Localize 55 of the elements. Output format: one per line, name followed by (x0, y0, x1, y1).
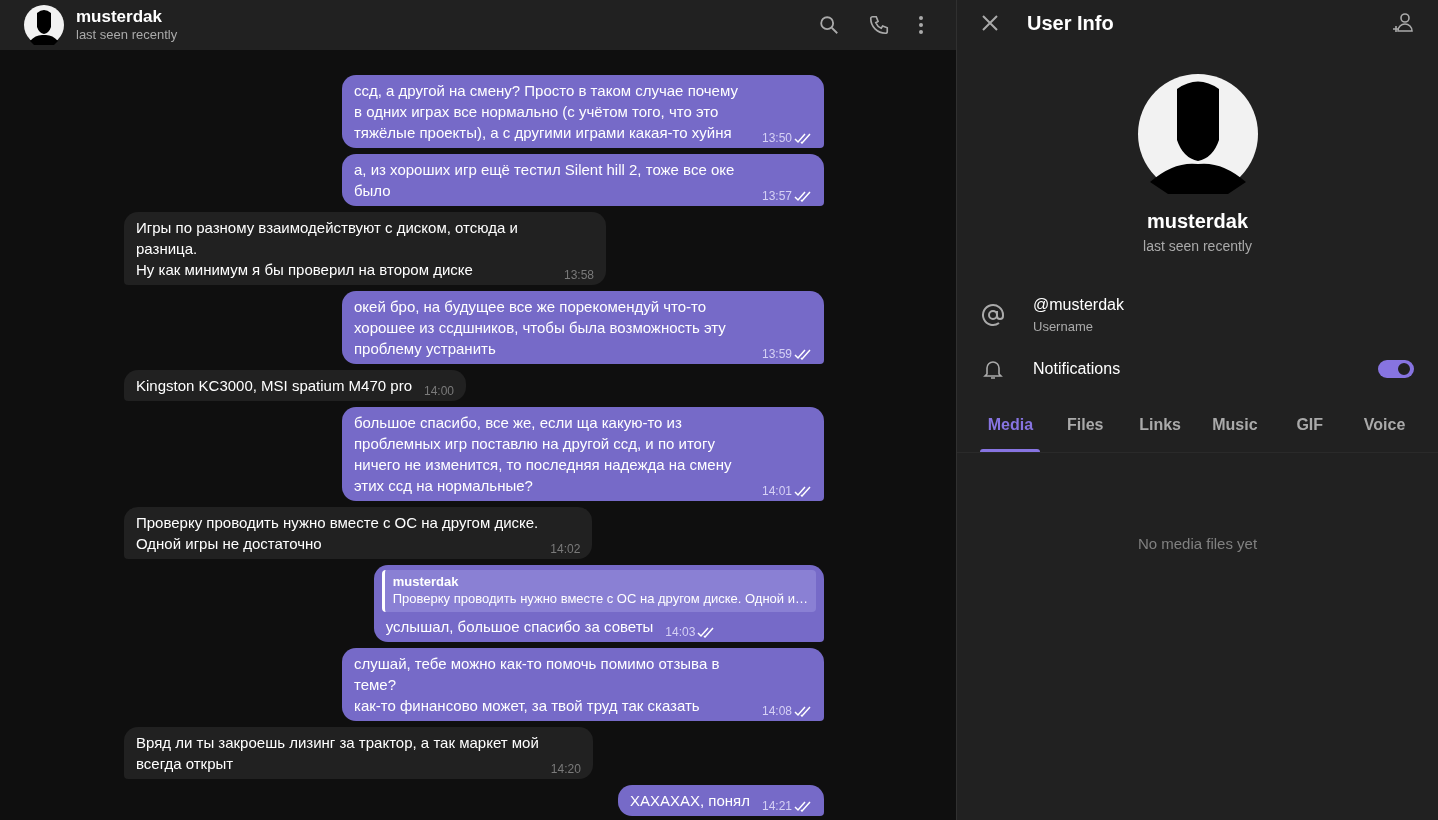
reply-author: musterdak (392, 574, 460, 590)
message-text: Вряд ли ты закроешь лизинг за трактор, а так маркет мой всегда открыт (136, 733, 539, 774)
message-time: 14:21 (761, 798, 792, 814)
username-label: Username (1033, 318, 1094, 336)
empty-media-text: No media files yet (1137, 533, 1258, 554)
double-check-icon (794, 800, 812, 812)
message-time: 14:00 (424, 383, 454, 399)
message-time: 14:02 (550, 541, 581, 557)
double-check-icon (794, 132, 812, 144)
media-tab[interactable]: GIF (1272, 404, 1348, 452)
search-icon (818, 14, 840, 36)
message-text: большое спасибо, все же, если ща какую-то из проблемных игр поставлю на другой ссд, и по итогу ничего не изменится, то последняя надежда на смену этих ссд на нормальные? (354, 413, 733, 496)
avatar-silhouette-icon (1137, 74, 1258, 194)
double-check-icon (794, 190, 812, 202)
double-check-icon (794, 485, 812, 497)
message-time: 13:59 (761, 346, 792, 362)
phone-icon (868, 14, 890, 36)
media-tab[interactable]: Voice (1347, 404, 1422, 452)
message-text: услышал, большое спасибо за советы (385, 617, 654, 637)
message-time: 14:03 (665, 624, 696, 640)
message-time: 14:01 (761, 483, 792, 499)
message-text: а, из хороших игр ещё тестил Silent hill 2, тоже все оке было (354, 160, 736, 201)
message-text: Kingston KC3000, MSI spatium M470 pro (136, 376, 412, 396)
message-text: окей бро, на будущее все же порекомендуй что-то хорошее из ссдшников, чтобы была возможность эту проблему устранить (354, 297, 727, 359)
profile-name: musterdak (1146, 209, 1249, 234)
message-time: 13:57 (761, 188, 792, 204)
profile-status: last seen recently (1143, 237, 1252, 256)
add-user-icon (1390, 11, 1414, 35)
more-icon (918, 15, 924, 35)
media-tab[interactable]: Music (1197, 404, 1273, 452)
double-check-icon (794, 348, 812, 360)
notifications-label: Notifications (1033, 358, 1122, 379)
message-text: Игры по разному взаимодействуют с диском, отсюда и разница. Ну как минимум я бы проверил на втором диске (136, 218, 519, 280)
message-time: 14:20 (550, 761, 581, 777)
double-check-icon (794, 705, 812, 717)
message-text: слушай, тебе можно как-то помочь помимо отзыва в теме? как-то финансово может, за твой труд так сказать (354, 654, 721, 716)
message-time: 13:58 (563, 267, 594, 283)
message-text: ХАХАХАХ, понял (629, 791, 750, 811)
at-sign-icon (981, 302, 1005, 327)
message-time: 13:50 (761, 130, 792, 146)
close-icon (981, 14, 999, 32)
double-check-icon (697, 626, 716, 638)
message-text: Проверку проводить нужно вместе с ОС на другом диске. Одной игры не достаточно (136, 513, 539, 554)
panel-title: User Info (1027, 11, 1114, 36)
notifications-toggle[interactable] (1378, 359, 1414, 378)
contact-status: last seen recently (76, 27, 178, 43)
contact-name: musterdak (76, 7, 163, 27)
username-value: @musterdak (1033, 295, 1124, 315)
media-tab[interactable]: Links (1122, 404, 1198, 452)
reply-text: Проверку проводить нужно вместе с ОС на другом диске. Одной и… (392, 590, 808, 608)
media-tab[interactable]: Media (973, 404, 1048, 452)
avatar-silhouette-icon[interactable] (24, 5, 64, 45)
message-time: 14:08 (761, 703, 792, 719)
message-text: ссд, а другой на смену? Просто в таком случае почему в одних играх все нормально (с учётом того, что это тяжёлые проекты), а с другими играми какая-то хуйня (354, 81, 739, 143)
media-tab[interactable]: Files (1047, 404, 1123, 452)
